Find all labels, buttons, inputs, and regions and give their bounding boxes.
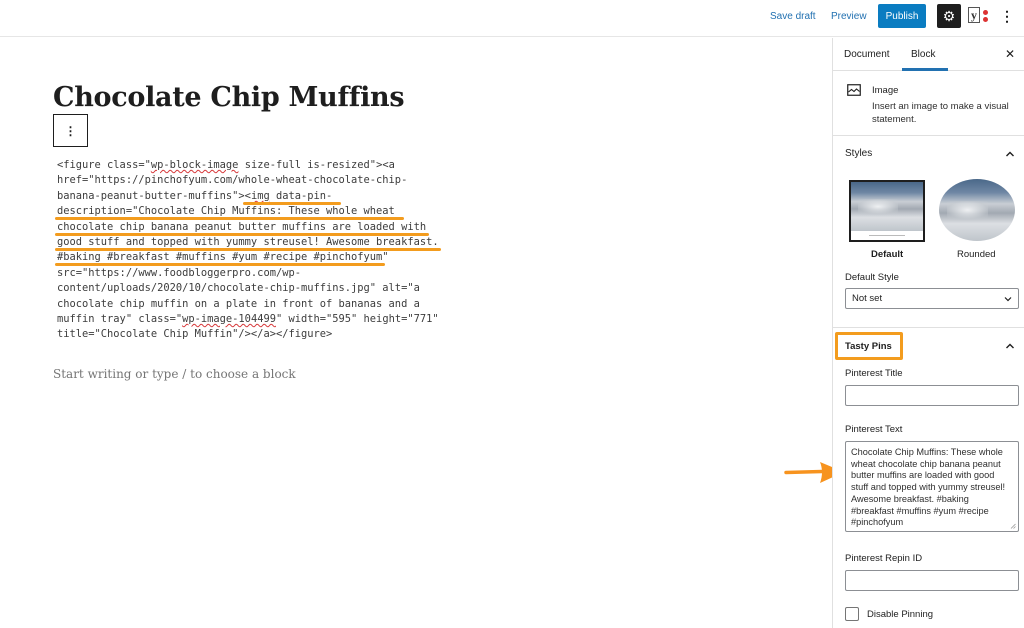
tasty-pins-panel-toggle[interactable]: Tasty Pins [845,341,892,352]
editor-header: Save draft Preview Publish ⚙ y ⋮ [0,0,1024,37]
code-line: #baking #breakfast #muffins #yum #recipe… [55,250,457,267]
spellcheck-underline: wp-block-image [150,159,239,171]
chevron-up-icon[interactable] [1005,342,1015,350]
close-icon: ✕ [1005,47,1016,61]
default-style-select[interactable]: Not set [845,288,1019,309]
vertical-ellipsis-icon: ⋮ [1000,8,1014,24]
pinterest-title-input[interactable] [845,385,1019,406]
styles-panel-toggle[interactable]: Styles [845,148,872,159]
pinterest-text-textarea[interactable]: Chocolate Chip Muffins: These whole whea… [845,441,1019,532]
yoast-seo-icon: y [968,7,980,23]
code-line: chocolate chip muffin on a plate in fron… [57,297,420,310]
code-line: href="https://pinchofyum.com/whole-wheat… [57,174,408,187]
resize-handle-icon[interactable] [1010,523,1016,529]
tasty-pins-panel: Tasty Pins Pinterest Title Pinterest Tex… [833,328,1024,628]
image-icon [847,84,861,96]
spellcheck-underline: wp-image-104499 [182,312,276,325]
code-line: muffin tray" class="wp-image-104499" wid… [57,312,439,325]
block-card: Image Insert an image to make a visual s… [833,72,1024,136]
code-line: <figure class="wp-block-image size-full … [57,159,395,171]
block-appender-placeholder[interactable]: Start writing or type / to choose a bloc… [53,367,296,381]
block-name: Image [872,85,899,96]
tab-block[interactable]: Block [911,49,935,60]
html-block-code[interactable]: <figure class="wp-block-image size-full … [55,158,457,343]
style-label-default: Default [871,249,904,260]
pinterest-text-value: Chocolate Chip Muffins: These whole whea… [851,447,1006,528]
tab-document[interactable]: Document [844,49,890,60]
disable-pinning-label[interactable]: Disable Pinning [867,609,933,620]
style-label-rounded: Rounded [957,249,996,260]
code-line: banana-peanut-butter-muffins"><img data-… [57,189,457,205]
style-option-default[interactable] [849,180,925,242]
active-tab-indicator [902,68,948,71]
style-option-rounded[interactable] [939,179,1015,241]
default-style-value: Not set [852,293,883,304]
code-line: content/uploads/2020/10/chocolate-chip-m… [57,282,420,295]
settings-sidebar: Document Block ✕ Image Insert an image t… [832,38,1024,628]
default-style-label: Default Style [845,272,899,283]
yoast-seo-button[interactable]: y [968,7,990,25]
more-options-button[interactable]: ⋮ [1000,7,1014,25]
settings-button[interactable]: ⚙ [937,4,961,28]
code-line: src="https://www.foodbloggerpro.com/wp- [57,266,301,279]
pinterest-text-label: Pinterest Text [845,424,903,435]
chevron-up-icon[interactable] [1005,150,1015,158]
pinterest-title-label: Pinterest Title [845,368,903,379]
repin-id-input[interactable] [845,570,1019,591]
readability-status-dot [983,17,988,22]
editor-canvas: Chocolate Chip Muffins ⋮ <figure class="… [0,38,832,628]
block-description: Insert an image to make a visual stateme… [872,101,1009,125]
code-line: chocolate chip banana peanut butter muff… [55,220,457,236]
code-line: description="Chocolate Chip Muffins: The… [55,204,457,221]
code-line: good stuff and topped with yummy streuse… [55,235,457,251]
vertical-ellipsis-icon: ⋮ [64,123,77,138]
style-preview-image [851,182,923,232]
save-draft-button[interactable]: Save draft [770,11,816,22]
gear-icon: ⚙ [942,7,956,24]
disable-pinning-checkbox[interactable] [845,607,859,621]
sidebar-tabs: Document Block ✕ [833,38,1024,71]
styles-panel: Styles Default Rounded Default Style Not… [833,136,1024,328]
spellcheck-underline: img [250,189,270,202]
post-title[interactable]: Chocolate Chip Muffins [53,82,405,113]
code-line: title="Chocolate Chip Muffin"/></a></fig… [57,328,333,341]
close-sidebar-button[interactable]: ✕ [1005,47,1015,61]
style-preview-image [939,179,1015,241]
seo-status-dot [983,10,988,15]
repin-id-label: Pinterest Repin ID [845,553,923,564]
preview-button[interactable]: Preview [831,11,867,22]
publish-button[interactable]: Publish [878,4,926,28]
block-options-button[interactable]: ⋮ [53,114,88,147]
chevron-down-icon [1004,297,1012,302]
